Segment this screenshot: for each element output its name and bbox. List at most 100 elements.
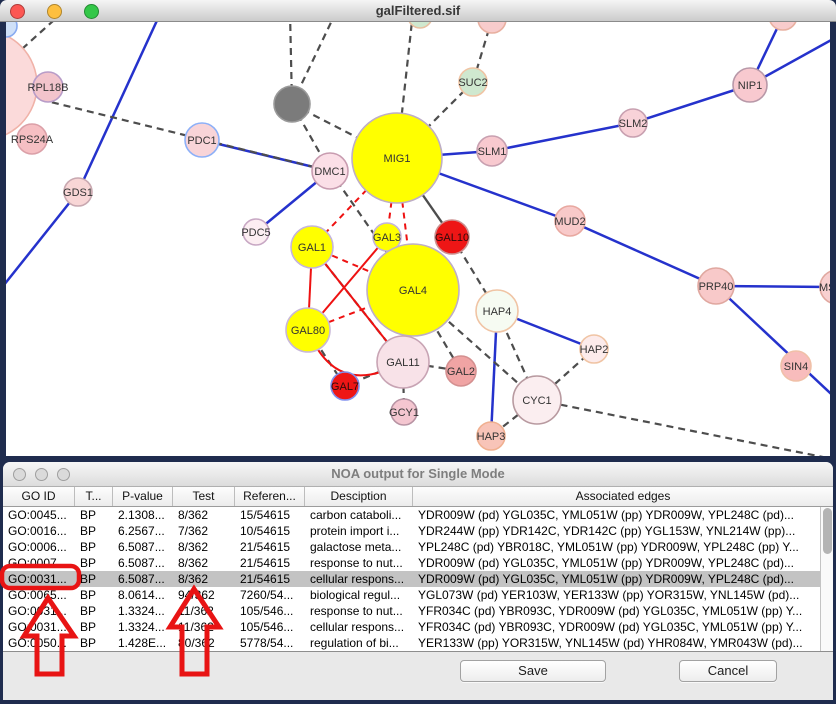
graph-node-toppink[interactable]	[769, 22, 797, 30]
table-cell: response to nut...	[305, 603, 413, 619]
graph-node-label: GAL11	[386, 357, 419, 369]
table-cell: 11/362	[173, 619, 235, 635]
noa-table-body[interactable]: GO:0045...BP2.1308...8/36215/54615carbon…	[3, 507, 833, 652]
table-cell: BP	[75, 619, 113, 635]
table-row[interactable]: GO:0031...BP6.5087...8/36221/54615cellul…	[3, 571, 833, 587]
table-cell: GO:0045...	[3, 507, 75, 523]
table-cell: GO:0031...	[3, 571, 75, 587]
zoom-icon[interactable]	[57, 468, 70, 481]
graph-edge	[537, 400, 830, 456]
graph-node-label: SUC2	[458, 77, 487, 89]
vertical-scrollbar[interactable]	[820, 507, 833, 651]
traffic-lights	[10, 4, 99, 20]
minimize-icon[interactable]	[47, 4, 62, 19]
graph-edge	[492, 123, 633, 151]
graph-node-label: GAL3	[373, 232, 401, 244]
graph-node-label: PDC5	[241, 227, 270, 239]
zoom-icon[interactable]	[84, 4, 99, 19]
table-cell: YDR009W (pd) YGL035C, YML051W (pp) YDR00…	[413, 555, 833, 571]
network-canvas[interactable]: RPL18BRPS24AGDS1PDC1MIG1DMC1PDC5SUC2SLM1…	[6, 22, 830, 456]
table-cell: 8/362	[173, 507, 235, 523]
graph-node-gray-node[interactable]	[274, 86, 310, 122]
table-cell: 2.1308...	[113, 507, 173, 523]
close-icon[interactable]	[13, 468, 26, 481]
column-header-0[interactable]: GO ID	[3, 487, 75, 506]
table-cell: 5778/54...	[235, 635, 305, 651]
column-header-5[interactable]: Desciption	[305, 487, 413, 506]
table-cell: 10/54615	[235, 523, 305, 539]
noa-window-titlebar[interactable]: NOA output for Single Mode	[3, 462, 833, 487]
column-header-2[interactable]: P-value	[113, 487, 173, 506]
table-cell: 105/546...	[235, 619, 305, 635]
table-cell: 105/546...	[235, 603, 305, 619]
table-cell: GO:0031...	[3, 603, 75, 619]
table-cell: YDR244W (pp) YDR142C, YDR142C (pp) YGL15…	[413, 523, 833, 539]
graph-node-label: MIG1	[384, 153, 411, 165]
table-cell: 8/362	[173, 571, 235, 587]
graph-node-toppink2[interactable]	[478, 22, 506, 33]
table-row[interactable]: GO:0045...BP2.1308...8/36215/54615carbon…	[3, 507, 833, 523]
graph-node-label: NIP1	[738, 80, 762, 92]
table-cell: 21/54615	[235, 539, 305, 555]
table-cell: 7260/54...	[235, 587, 305, 603]
table-cell: BP	[75, 507, 113, 523]
cancel-button[interactable]: Cancel	[679, 660, 777, 682]
network-window-titlebar[interactable]: galFiltered.sif	[0, 0, 836, 22]
graph-node-label: GAL1	[298, 242, 326, 254]
graph-node-label: DMC1	[314, 166, 345, 178]
table-cell: BP	[75, 635, 113, 651]
table-cell: regulation of bi...	[305, 635, 413, 651]
column-header-6[interactable]: Associated edges	[413, 487, 833, 506]
table-cell: GO:0031...	[3, 619, 75, 635]
graph-node-label: RPL18B	[28, 82, 69, 94]
table-row[interactable]: GO:0065...BP8.0614...94/3627260/54...bio…	[3, 587, 833, 603]
graph-node-label: GAL80	[291, 325, 325, 337]
close-icon[interactable]	[10, 4, 25, 19]
table-cell: carbon cataboli...	[305, 507, 413, 523]
table-cell: YDR009W (pd) YGL035C, YML051W (pp) YDR00…	[413, 571, 833, 587]
network-graph[interactable]: RPL18BRPS24AGDS1PDC1MIG1DMC1PDC5SUC2SLM1…	[6, 22, 830, 456]
table-cell: BP	[75, 603, 113, 619]
graph-node-label: RPS24A	[11, 134, 54, 146]
column-header-4[interactable]: Referen...	[235, 487, 305, 506]
table-cell: GO:0050...	[3, 635, 75, 651]
graph-node-label: SLM1	[478, 146, 507, 158]
table-cell: cellular respons...	[305, 619, 413, 635]
graph-edge	[633, 85, 750, 123]
graph-node-label: GAL4	[399, 285, 427, 297]
network-window-title: galFiltered.sif	[0, 0, 836, 21]
table-cell: 8/362	[173, 555, 235, 571]
graph-node-label: SLM2	[619, 118, 648, 130]
graph-node-label: HAP2	[580, 344, 609, 356]
table-row[interactable]: GO:0050...BP1.428E...80/3625778/54...reg…	[3, 635, 833, 651]
table-cell: 80/362	[173, 635, 235, 651]
graph-edge	[570, 221, 716, 286]
scrollbar-thumb[interactable]	[823, 508, 832, 554]
table-cell: response to nut...	[305, 555, 413, 571]
noa-traffic-lights	[13, 468, 70, 481]
table-row[interactable]: GO:0031...BP1.3324...11/362105/546...cel…	[3, 619, 833, 635]
minimize-icon[interactable]	[35, 468, 48, 481]
table-cell: 11/362	[173, 603, 235, 619]
table-cell: YPL248C (pd) YBR018C, YML051W (pp) YDR00…	[413, 539, 833, 555]
noa-table-header[interactable]: GO IDT...P-valueTestReferen...Desciption…	[3, 487, 833, 507]
table-cell: 6.5087...	[113, 539, 173, 555]
graph-node-label: SIN4	[784, 361, 808, 373]
table-cell: 21/54615	[235, 571, 305, 587]
table-cell: 8.0614...	[113, 587, 173, 603]
table-cell: galactose meta...	[305, 539, 413, 555]
column-header-1[interactable]: T...	[75, 487, 113, 506]
graph-node-label: CYC1	[522, 395, 551, 407]
table-cell: 8/362	[173, 539, 235, 555]
graph-edge	[6, 192, 78, 300]
graph-node-corner[interactable]	[6, 22, 17, 37]
column-header-3[interactable]: Test	[173, 487, 235, 506]
table-cell: BP	[75, 571, 113, 587]
table-cell: protein import i...	[305, 523, 413, 539]
table-row[interactable]: GO:0007...BP6.5087...8/36221/54615respon…	[3, 555, 833, 571]
table-cell: YDR009W (pd) YGL035C, YML051W (pp) YDR00…	[413, 507, 833, 523]
table-row[interactable]: GO:0016...BP6.2567...7/36210/54615protei…	[3, 523, 833, 539]
table-row[interactable]: GO:0006...BP6.5087...8/36221/54615galact…	[3, 539, 833, 555]
save-button[interactable]: Save	[460, 660, 606, 682]
table-row[interactable]: GO:0031...BP1.3324...11/362105/546...res…	[3, 603, 833, 619]
